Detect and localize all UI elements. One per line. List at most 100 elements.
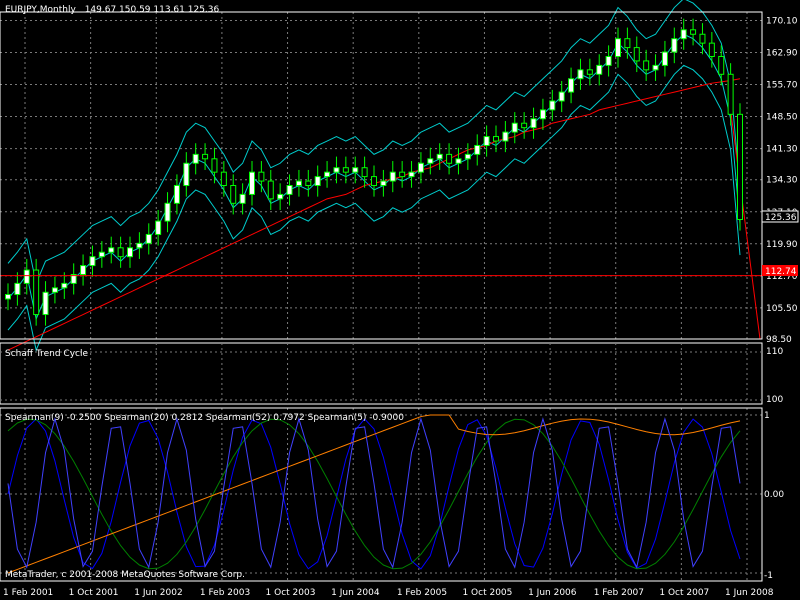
time-tick-label: 1 Oct 2001 — [69, 588, 119, 598]
candle-body — [117, 247, 124, 258]
candle-body — [558, 91, 565, 102]
candle-body — [333, 167, 340, 173]
candle-body — [277, 193, 284, 200]
candle-body — [164, 202, 171, 222]
spearman-tick-bottom: -1 — [764, 571, 773, 581]
candle-body — [192, 153, 199, 164]
candle-body — [446, 153, 453, 164]
price-tick-label: 155.70 — [766, 81, 798, 91]
candle-body — [680, 29, 687, 40]
candle-body — [727, 73, 734, 115]
symbol-timeframe: EURJPY,Monthly 149.67 150.59 113.61 125.… — [5, 5, 220, 15]
stc-tick-bottom: 100 — [766, 395, 783, 405]
candle-body — [267, 180, 274, 200]
candle-body — [474, 144, 481, 155]
stc-title: Schaff Trend Cycle — [5, 349, 88, 359]
price-tick-label: 141.30 — [766, 145, 798, 155]
price-tick-label: 98.50 — [766, 335, 792, 345]
candle-body — [361, 167, 368, 178]
candle-body — [624, 38, 631, 49]
candle-body — [89, 256, 96, 267]
candle-body — [324, 171, 331, 178]
candle-body — [605, 55, 612, 66]
copyright-text: MetaTrader, c 2001-2008 MetaQuotes Softw… — [5, 570, 245, 580]
line-price-tag: 112.74 — [762, 265, 798, 277]
candle-body — [305, 180, 312, 187]
candle-body — [249, 171, 255, 195]
candle-body — [352, 167, 359, 173]
candle-body — [502, 131, 509, 142]
chart-background — [0, 0, 800, 600]
candle-body — [586, 69, 593, 75]
time-tick-label: 1 Jun 2008 — [725, 588, 774, 598]
candle-body — [521, 122, 528, 129]
candle-body — [718, 55, 725, 75]
metatrader-chart-window[interactable]: EURJPY,Monthly 149.67 150.59 113.61 125.… — [0, 0, 800, 600]
candle-body — [145, 233, 152, 244]
svg-text:125.36: 125.36 — [765, 213, 797, 223]
candle-body — [652, 64, 659, 71]
candle-body — [408, 171, 415, 178]
candle-body — [380, 180, 387, 187]
candle-body — [596, 64, 603, 75]
time-tick-label: 1 Jun 2006 — [528, 588, 577, 598]
spearman-tick-top: 1 — [764, 411, 770, 421]
candle-body — [427, 158, 434, 164]
candle-body — [699, 33, 706, 44]
price-tick-label: 134.30 — [766, 176, 798, 186]
candle-body — [230, 185, 237, 204]
stc-tick-top: 110 — [766, 347, 783, 357]
candle-body — [661, 51, 668, 66]
price-tick-label: 170.10 — [766, 16, 798, 26]
candle-body — [42, 291, 49, 316]
candle-body — [136, 242, 143, 249]
candle-body — [51, 287, 58, 293]
svg-text:112.74: 112.74 — [765, 267, 797, 277]
candle-body — [14, 282, 21, 296]
spearman-title: Spearman(9) -0.2500 Spearman(20) 0.2812 … — [5, 413, 404, 423]
candle-body — [258, 171, 265, 182]
candle-body — [5, 294, 11, 300]
candle-body — [211, 158, 218, 173]
candle-body — [671, 38, 678, 53]
price-tick-label: 119.90 — [766, 240, 798, 250]
time-tick-label: 1 Feb 2003 — [200, 588, 250, 598]
candle-body — [511, 122, 518, 133]
time-tick-label: 1 Jun 2004 — [331, 588, 380, 598]
candle-body — [239, 193, 246, 204]
candle-body — [633, 47, 640, 62]
price-tick-label: 105.50 — [766, 304, 798, 314]
candle-body — [455, 158, 462, 164]
candle-body — [98, 251, 105, 258]
spearman-tick-mid: 0.00 — [764, 490, 784, 500]
candle-body — [183, 162, 190, 187]
candle-body — [436, 153, 443, 160]
candle-body — [549, 100, 556, 111]
time-tick-label: 1 Jun 2002 — [134, 588, 182, 598]
candle-body — [33, 269, 40, 316]
candle-body — [568, 78, 575, 93]
candle-body — [399, 171, 406, 178]
candle-body — [371, 176, 377, 187]
candle-body — [539, 109, 546, 120]
time-tick-label: 1 Feb 2005 — [397, 588, 447, 598]
candle-body — [61, 282, 68, 289]
candle-body — [23, 269, 30, 284]
candle-body — [615, 38, 621, 57]
time-tick-label: 1 Oct 2005 — [462, 588, 512, 598]
candle-body — [577, 69, 584, 80]
candle-body — [708, 42, 715, 57]
candle-body — [493, 136, 499, 142]
candle-body — [483, 136, 490, 146]
candle-body — [530, 118, 537, 129]
candle-body — [220, 171, 227, 187]
candle-body — [155, 220, 162, 235]
candle-body — [737, 113, 743, 221]
candle-body — [295, 180, 302, 187]
current-price-tag: 125.36 — [761, 210, 799, 223]
candle-body — [80, 265, 87, 275]
price-tick-label: 162.90 — [766, 48, 798, 58]
candle-body — [417, 162, 424, 173]
time-tick-label: 1 Oct 2003 — [266, 588, 316, 598]
time-tick-label: 1 Feb 2001 — [3, 588, 53, 598]
